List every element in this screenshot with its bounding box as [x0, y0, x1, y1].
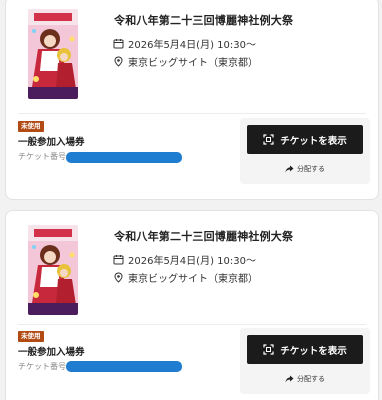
qr-scan-icon: [263, 344, 274, 355]
event-date-row: 2026年5月4日(月) 10:30〜: [113, 252, 256, 267]
event-date: 2026年5月4日(月) 10:30〜: [128, 256, 256, 267]
divider: [18, 113, 366, 114]
calendar-icon: [113, 38, 124, 49]
ticket-type: 一般参加入場券: [18, 137, 85, 148]
calendar-icon: [113, 254, 124, 265]
show-ticket-button[interactable]: チケットを表示: [247, 335, 363, 364]
show-ticket-label: チケットを表示: [280, 135, 347, 147]
ticket-actions-panel: チケットを表示 分配する: [240, 328, 370, 394]
status-badge: 未使用: [18, 121, 44, 132]
qr-scan-icon: [263, 134, 274, 145]
show-ticket-label: チケットを表示: [280, 345, 347, 357]
event-venue: 東京ビッグサイト（東京都）: [128, 58, 258, 69]
show-ticket-button[interactable]: チケットを表示: [247, 125, 363, 154]
ticket-number-redaction: [66, 152, 182, 163]
event-date: 2026年5月4日(月) 10:30〜: [128, 40, 256, 51]
share-label: 分配する: [297, 375, 325, 383]
event-poster-image: [28, 9, 78, 99]
event-venue: 東京ビッグサイト（東京都）: [128, 274, 258, 285]
ticket-card: 令和八年第二十三回博麗神社例大祭 2026年5月4日(月) 10:30〜 東京ビ…: [5, 210, 379, 400]
divider: [18, 324, 366, 325]
ticket-number-redaction: [66, 361, 182, 372]
location-pin-icon: [113, 56, 124, 67]
ticket-type: 一般参加入場券: [18, 347, 85, 358]
location-pin-icon: [113, 272, 124, 283]
event-date-row: 2026年5月4日(月) 10:30〜: [113, 36, 256, 51]
share-button[interactable]: 分配する: [240, 374, 370, 384]
event-poster-image: [28, 225, 78, 315]
event-venue-row: 東京ビッグサイト（東京都）: [113, 54, 258, 69]
ticket-actions-panel: チケットを表示 分配する: [240, 118, 370, 184]
share-label: 分配する: [297, 165, 325, 173]
event-title: 令和八年第二十三回博麗神社例大祭: [114, 14, 294, 27]
share-button[interactable]: 分配する: [240, 164, 370, 174]
status-badge: 未使用: [18, 331, 44, 342]
ticket-card: 令和八年第二十三回博麗神社例大祭 2026年5月4日(月) 10:30〜 東京ビ…: [5, 0, 379, 200]
share-arrow-icon: [285, 165, 294, 173]
share-arrow-icon: [285, 375, 294, 383]
event-venue-row: 東京ビッグサイト（東京都）: [113, 270, 258, 285]
ticket-list: 令和八年第二十三回博麗神社例大祭 2026年5月4日(月) 10:30〜 東京ビ…: [0, 0, 382, 400]
event-title: 令和八年第二十三回博麗神社例大祭: [114, 230, 294, 243]
